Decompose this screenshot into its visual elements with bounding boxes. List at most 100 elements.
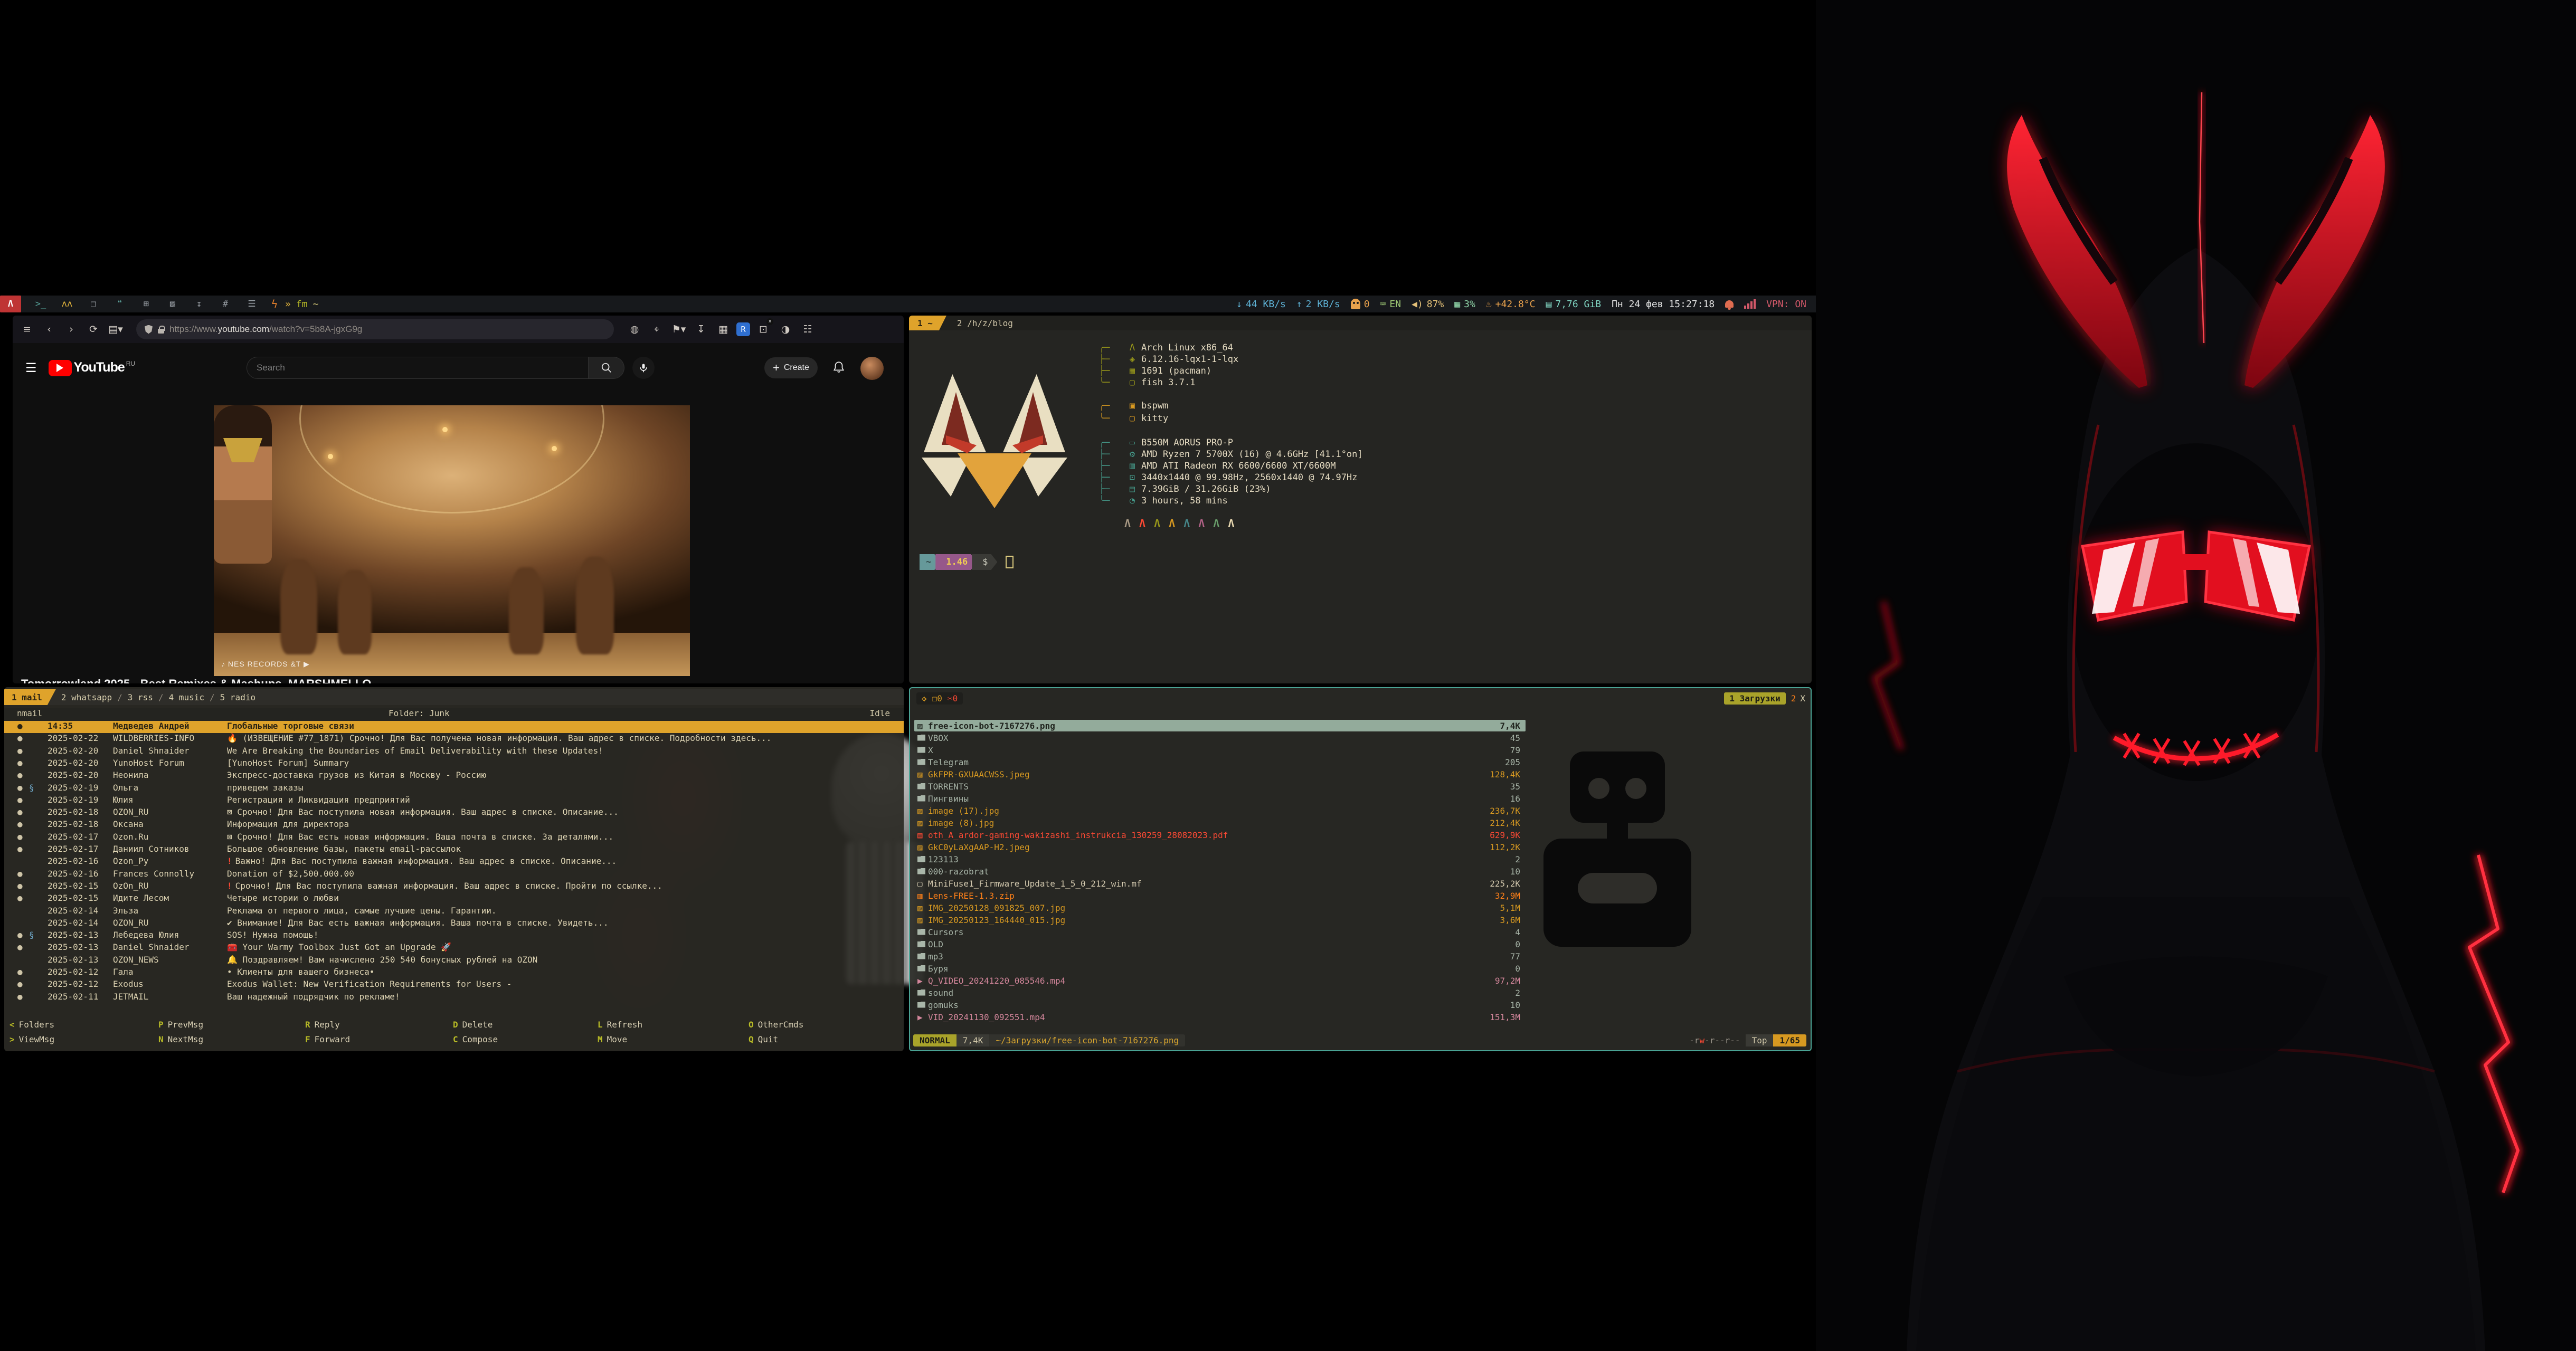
file-row[interactable]: Пингвины16 <box>914 793 1526 804</box>
workspace-image-icon[interactable]: ▨ <box>164 296 182 312</box>
mail-row[interactable]: ●2025-02-16Frances ConnollyDonation of $… <box>4 869 904 881</box>
file-row[interactable]: ▨free-icon-bot-7167276.png7,4K <box>914 720 1526 731</box>
mail-row[interactable]: 2025-02-13OZON_NEWS🔔 Поздравляем! Вам на… <box>4 955 904 967</box>
rss-icon[interactable]: ◍ <box>626 320 643 338</box>
mail-row[interactable]: ●14:35Медведев АндрейГлобальные торговые… <box>4 721 904 733</box>
file-row[interactable]: sound2 <box>914 987 1526 998</box>
terminal-tab-1[interactable]: 1 ~ <box>909 316 946 330</box>
terminal-cursor[interactable] <box>1006 556 1014 568</box>
mail-row[interactable]: ●2025-02-18OZON_RU⊠ Срочно! Для Вас пост… <box>4 807 904 819</box>
extensions-icon[interactable]: ☷ <box>799 320 817 338</box>
create-button[interactable]: + Create <box>764 357 818 378</box>
reload-icon[interactable]: ⟳ <box>84 320 102 338</box>
file-row[interactable]: ▥Lens-FREE-1.3.zip32,9M <box>914 890 1526 901</box>
translate-extension-icon[interactable]: R <box>736 322 750 336</box>
tracking-shield-icon[interactable] <box>145 325 153 334</box>
file-row[interactable]: VBOX45 <box>914 732 1526 744</box>
file-row[interactable]: Буря0 <box>914 963 1526 974</box>
video-player[interactable]: ♪ NES RECORDS &T ▶ <box>214 405 690 676</box>
mail-row[interactable]: ●2025-02-12ExodusExodus Wallet: New Veri… <box>4 979 904 991</box>
file-row[interactable]: ▨IMG_20250123_164440_015.jpg3,6M <box>914 914 1526 926</box>
key-compose[interactable]: CCompose <box>453 1034 498 1044</box>
workspace-arch-icon[interactable]: Λ <box>0 296 21 312</box>
file-row[interactable]: gomuks10 <box>914 999 1526 1011</box>
file-row[interactable]: ▨IMG_20250128_091825_007.jpg5,1M <box>914 902 1526 914</box>
terminal-tab-2[interactable]: 2 /h/z/blog <box>946 316 1024 330</box>
mail-row[interactable]: ●2025-02-12Гала• Клиенты для вашего бизн… <box>4 967 904 979</box>
workspace-list-icon[interactable]: ☰ <box>243 296 261 312</box>
key-refresh[interactable]: LRefresh <box>598 1020 642 1030</box>
status-bell[interactable] <box>1725 300 1734 308</box>
mail-row[interactable]: ●§2025-02-13Лебедева ЮлияSOS! Нужна помо… <box>4 930 904 942</box>
file-row[interactable]: TORRENTS35 <box>914 781 1526 792</box>
mail-tab-radio[interactable]: 5 radio <box>220 692 255 702</box>
youtube-menu-icon[interactable]: ☰ <box>25 360 37 376</box>
activity-pulse-icon[interactable]: ϟ <box>271 298 278 310</box>
mail-row[interactable]: 2025-02-16Ozon_Py!Важно! Для Вас поступи… <box>4 856 904 868</box>
mail-row[interactable]: ●2025-02-20НеонилаЭкспресс-доставка груз… <box>4 770 904 782</box>
dark-mode-icon[interactable]: ◑ <box>776 320 794 338</box>
back-icon[interactable]: ‹ <box>40 320 58 338</box>
file-row[interactable]: ▶VID_20241130_092551.mp4151,3M <box>914 1011 1526 1023</box>
file-row[interactable]: X79 <box>914 744 1526 756</box>
workspace-hash-icon[interactable]: # <box>216 296 234 312</box>
file-row[interactable]: ▨image (17).jpg236,7K <box>914 805 1526 816</box>
file-row[interactable]: 000-razobrat10 <box>914 865 1526 877</box>
status-net-up[interactable]: ↑2 KB/s <box>1296 299 1340 310</box>
file-row[interactable]: ▨GkC0yLaXgAAP-H2.jpeg112,2K <box>914 841 1526 853</box>
mail-tab-active[interactable]: 1 mail <box>4 689 56 705</box>
downloads-icon[interactable]: ↧ <box>692 320 710 338</box>
avatar[interactable] <box>860 357 884 380</box>
file-row[interactable]: OLD0 <box>914 938 1526 950</box>
workspace-download-icon[interactable]: ↧ <box>190 296 208 312</box>
mail-row[interactable]: ●2025-02-18ОксанаИнформация для директор… <box>4 819 904 831</box>
mic-button[interactable] <box>632 357 655 379</box>
status-clock[interactable]: Пн 24 фев 15:27:18 <box>1612 299 1715 310</box>
files-tab-x[interactable]: 2X <box>1791 693 1805 703</box>
file-row[interactable]: 1231132 <box>914 853 1526 865</box>
key-othercmds[interactable]: OOtherCmds <box>749 1020 803 1030</box>
mail-row[interactable]: ●2025-02-11JETMAILВаш надежный подрядчик… <box>4 992 904 1004</box>
status-notifications-ghost[interactable]: 0 <box>1351 299 1370 310</box>
file-row[interactable]: Cursors4 <box>914 926 1526 938</box>
mail-row[interactable]: ●2025-02-20YunoHost Forum[YunoHost Forum… <box>4 758 904 770</box>
mail-tabs-rest[interactable]: 2 whatsapp / 3 rss / 4 music / 5 radio <box>56 689 255 705</box>
mail-row[interactable]: ●2025-02-15Идите ЛесомЧетыре истории о л… <box>4 893 904 905</box>
file-row[interactable]: ▨image (8).jpg212,4K <box>914 817 1526 829</box>
bookmark-icon[interactable]: ⚑▾ <box>670 320 688 338</box>
mail-row[interactable]: ●2025-02-17Даниил СотниковБольшое обновл… <box>4 844 904 856</box>
key-move[interactable]: MMove <box>598 1034 627 1044</box>
key-quit[interactable]: QQuit <box>749 1034 778 1044</box>
file-row[interactable]: Telegram205 <box>914 756 1526 768</box>
status-temperature[interactable]: ♨+42.8°C <box>1486 299 1536 310</box>
sidebar-icon[interactable]: ▤▾ <box>107 320 125 338</box>
file-row[interactable]: ▤oth_A_ardor-gaming-wakizashi_instrukcia… <box>914 829 1526 841</box>
url-text[interactable]: https://www.youtube.com/watch?v=5b8A-jgx… <box>169 324 362 335</box>
status-net-down[interactable]: ↓44 KB/s <box>1236 299 1286 310</box>
key-viewmsg[interactable]: >ViewMsg <box>10 1034 54 1044</box>
forward-icon[interactable]: › <box>62 320 80 338</box>
key-nextmsg[interactable]: NNextMsg <box>158 1034 203 1044</box>
key-folders[interactable]: <Folders <box>10 1020 54 1030</box>
key-prevmsg[interactable]: PPrevMsg <box>158 1020 203 1030</box>
menu-icon[interactable]: ≡ <box>18 320 36 338</box>
url-bar[interactable]: https://www.youtube.com/watch?v=5b8A-jgx… <box>136 319 614 339</box>
workspace-folder-icon[interactable]: ❒ <box>84 296 102 312</box>
select-mode-icon[interactable]: ✥ <box>922 693 927 703</box>
mail-row[interactable]: 2025-02-14OZON_RU✔ Внимание! Для Вас ест… <box>4 918 904 930</box>
pin-icon[interactable]: ⌖ <box>648 320 666 338</box>
mail-row[interactable]: ●2025-02-20Daniel ShnaiderWe Are Breakin… <box>4 746 904 758</box>
mail-row[interactable]: ●2025-02-15OzOn_RU!Срочно! Для Вас посту… <box>4 881 904 893</box>
workspace-cat-icon[interactable]: ʌʌ <box>58 296 76 312</box>
mail-row[interactable]: ●2025-02-17Ozon.Ru⊠ Срочно! Для Вас есть… <box>4 832 904 844</box>
status-keyboard-layout[interactable]: ⌨EN <box>1380 299 1401 310</box>
key-reply[interactable]: RReply <box>305 1020 340 1030</box>
search-input[interactable]: Search <box>247 357 589 379</box>
key-forward[interactable]: FForward <box>305 1034 350 1044</box>
mail-tab-whatsapp[interactable]: 2 whatsapp <box>61 692 112 702</box>
workspace-chat-icon[interactable]: ❝ <box>111 296 129 312</box>
youtube-logo[interactable]: YouTube RU <box>49 360 136 376</box>
mail-row[interactable]: ●2025-02-22WILDBERRIES-INFO🔥 (ИЗВЕЩЕНИЕ … <box>4 733 904 745</box>
mail-row[interactable]: ●2025-02-19ЮлияРегистрация и Ликвидация … <box>4 795 904 807</box>
workspace-terminal-icon[interactable]: >_ <box>32 296 50 312</box>
